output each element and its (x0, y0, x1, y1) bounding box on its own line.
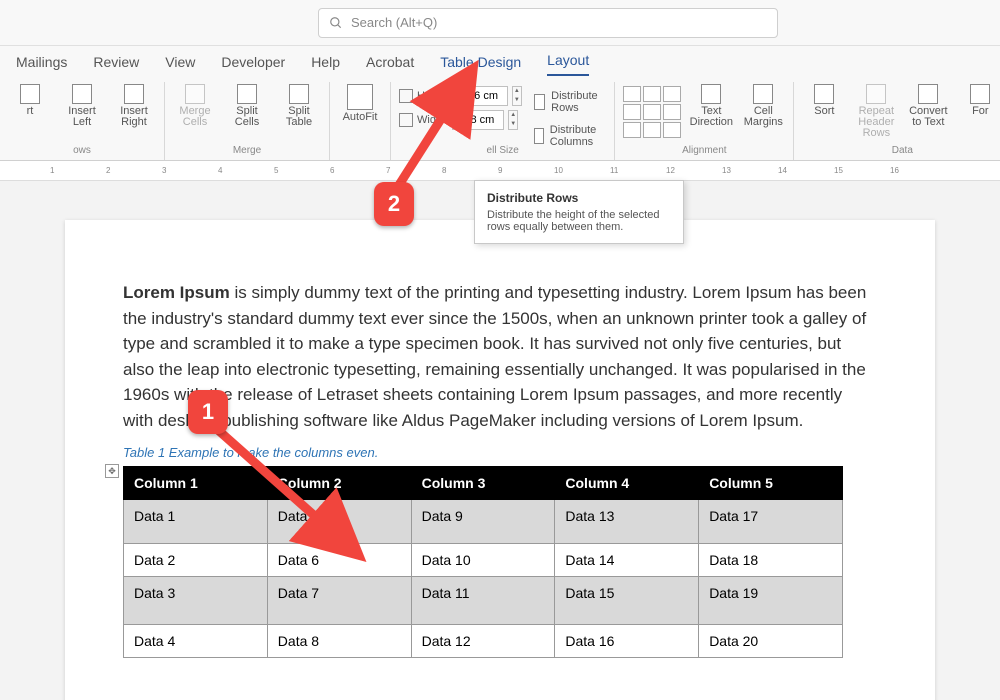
page[interactable]: Lorem Ipsum is simply dummy text of the … (65, 220, 935, 700)
split-table-button[interactable]: Split Table (277, 82, 321, 130)
align-mid-right[interactable] (663, 104, 681, 120)
col-header[interactable]: Column 2 (267, 467, 411, 500)
cell-margins-icon (753, 84, 773, 104)
height-icon (399, 89, 413, 103)
col-header[interactable]: Column 3 (411, 467, 555, 500)
distribute-rows-icon (534, 94, 545, 110)
tooltip-body: Distribute the height of the selected ro… (487, 209, 671, 233)
merge-icon (185, 84, 205, 104)
group-label: ell Size (487, 145, 519, 156)
group-label: ows (73, 145, 91, 156)
merge-cells-button[interactable]: Merge Cells (173, 82, 217, 130)
formula-icon (970, 84, 990, 104)
alignment-grid (623, 82, 681, 138)
col-header[interactable]: Column 4 (555, 467, 699, 500)
document-area[interactable]: Lorem Ipsum is simply dummy text of the … (0, 200, 1000, 700)
tab-view[interactable]: View (165, 50, 195, 76)
table-move-handle[interactable]: ✥ (105, 464, 119, 478)
tooltip-title: Distribute Rows (487, 191, 671, 205)
example-table[interactable]: Column 1 Column 2 Column 3 Column 4 Colu… (123, 466, 843, 658)
tab-review[interactable]: Review (93, 50, 139, 76)
search-placeholder: Search (Alt+Q) (351, 15, 437, 30)
title-bar: Search (Alt+Q) (0, 0, 1000, 46)
align-top-left[interactable] (623, 86, 641, 102)
search-box[interactable]: Search (Alt+Q) (318, 8, 778, 38)
autofit-button[interactable]: AutoFit (338, 82, 382, 125)
align-top-right[interactable] (663, 86, 681, 102)
table-row[interactable]: Data 2Data 6Data 10Data 14Data 18 (124, 544, 843, 577)
insert-row-below-button[interactable]: rt (8, 82, 52, 119)
split-cells-icon (237, 84, 257, 104)
align-mid-center[interactable] (643, 104, 661, 120)
sort-icon (814, 84, 834, 104)
group-label: Merge (233, 145, 261, 156)
insert-right-button[interactable]: Insert Right (112, 82, 156, 130)
text-direction-icon (701, 84, 721, 104)
group-label: Alignment (682, 145, 726, 156)
align-bot-center[interactable] (643, 122, 661, 138)
distribute-columns-button[interactable]: Distribute Columns (530, 122, 606, 150)
split-cells-button[interactable]: Split Cells (225, 82, 269, 130)
tab-mailings[interactable]: Mailings (16, 50, 67, 76)
group-merge: Merge Cells Split Cells Split Table Merg… (165, 82, 330, 160)
body-paragraph[interactable]: Lorem Ipsum is simply dummy text of the … (123, 280, 877, 433)
tab-layout[interactable]: Layout (547, 48, 589, 76)
table-col-right-icon (124, 84, 144, 104)
search-icon (329, 16, 343, 30)
tab-table-design[interactable]: Table Design (440, 50, 521, 76)
col-header[interactable]: Column 5 (699, 467, 843, 500)
cell-margins-button[interactable]: Cell Margins (741, 82, 785, 130)
tab-acrobat[interactable]: Acrobat (366, 50, 414, 76)
annotation-marker-2: 2 (374, 182, 414, 226)
ribbon: rt Insert Left Insert Right ows Merge Ce… (0, 76, 1000, 161)
table-row[interactable]: Data 3Data 7Data 11Data 15Data 19 (124, 577, 843, 625)
width-input[interactable] (452, 110, 504, 130)
group-rows-columns: rt Insert Left Insert Right ows (0, 82, 165, 160)
table-row-icon (20, 84, 40, 104)
repeat-header-rows-button[interactable]: Repeat Header Rows (854, 82, 898, 141)
group-data: Sort Repeat Header Rows Convert to Text … (794, 82, 1000, 160)
height-spinner[interactable]: ▲▼ (512, 86, 522, 106)
align-top-center[interactable] (643, 86, 661, 102)
split-table-icon (289, 84, 309, 104)
align-bot-left[interactable] (623, 122, 641, 138)
group-alignment: Text Direction Cell Margins Alignment (615, 82, 794, 160)
body-text[interactable]: is simply dummy text of the printing and… (123, 283, 866, 430)
group-label: Data (892, 145, 913, 156)
distribute-rows-button[interactable]: Distribute Rows (530, 88, 606, 116)
group-cell-size: Height: ▲▼ Width: ▲▼ Distribute Rows Dis… (391, 82, 615, 160)
horizontal-ruler[interactable]: 12345678910111213141516 (0, 161, 1000, 181)
tab-developer[interactable]: Developer (221, 50, 285, 76)
distribute-cols-icon (534, 128, 544, 144)
insert-left-button[interactable]: Insert Left (60, 82, 104, 130)
tab-help[interactable]: Help (311, 50, 340, 76)
text-direction-button[interactable]: Text Direction (689, 82, 733, 130)
table-row[interactable]: Data 1Data 5Data 9Data 13Data 17 (124, 500, 843, 544)
col-header[interactable]: Column 1 (124, 467, 268, 500)
ribbon-tabs: Mailings Review View Developer Help Acro… (0, 46, 1000, 76)
annotation-marker-1: 1 (188, 390, 228, 434)
repeat-header-icon (866, 84, 886, 104)
col-width-field[interactable]: Width: ▲▼ (399, 110, 522, 130)
height-input[interactable] (456, 86, 508, 106)
align-mid-left[interactable] (623, 104, 641, 120)
table-row[interactable]: Data 4Data 8Data 12Data 16Data 20 (124, 625, 843, 658)
table-caption[interactable]: Table 1 Example to make the columns even… (123, 445, 877, 460)
autofit-icon (347, 84, 373, 110)
row-height-field[interactable]: Height: ▲▼ (399, 86, 522, 106)
table-col-left-icon (72, 84, 92, 104)
width-icon (399, 113, 413, 127)
group-autofit: AutoFit (330, 82, 391, 160)
sort-button[interactable]: Sort (802, 82, 846, 119)
table-header-row[interactable]: Column 1 Column 2 Column 3 Column 4 Colu… (124, 467, 843, 500)
convert-icon (918, 84, 938, 104)
lead-bold[interactable]: Lorem Ipsum (123, 283, 230, 302)
width-spinner[interactable]: ▲▼ (508, 110, 518, 130)
convert-to-text-button[interactable]: Convert to Text (906, 82, 950, 130)
tooltip-distribute-rows: Distribute Rows Distribute the height of… (474, 180, 684, 244)
formula-button[interactable]: For (958, 82, 1000, 119)
align-bot-right[interactable] (663, 122, 681, 138)
